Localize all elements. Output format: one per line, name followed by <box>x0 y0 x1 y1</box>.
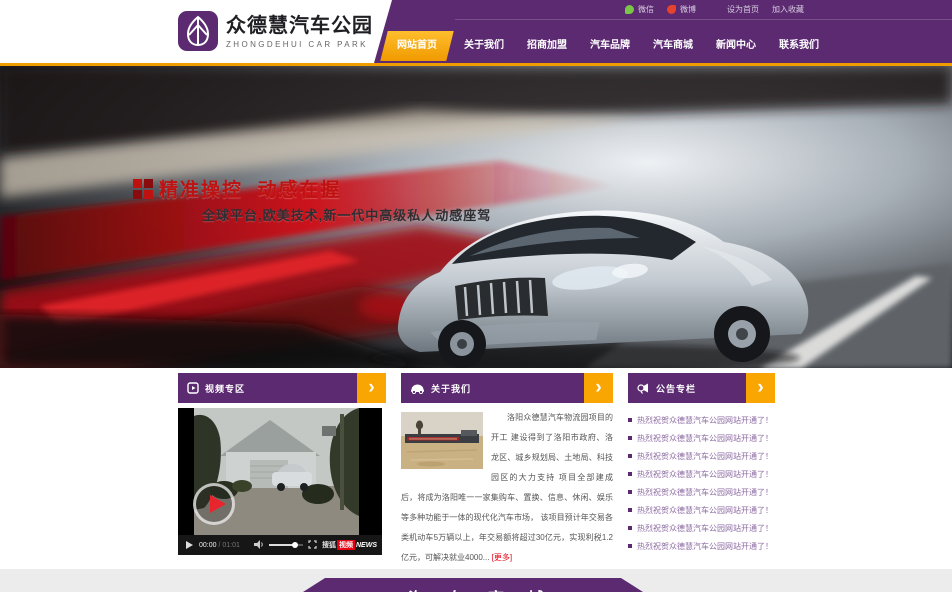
megaphone-icon <box>637 382 650 394</box>
notice-list-item[interactable]: 热烈祝贺众德慧汽车公园网站开通了！ <box>628 429 775 447</box>
site-title-en: ZHONGDEHUI CAR PARK <box>226 40 373 49</box>
notice-panel-header: 公告专栏 › <box>628 373 775 403</box>
notice-list-item[interactable]: 热烈祝贺众德慧汽车公园网站开通了！ <box>628 411 775 429</box>
bullet-icon <box>628 544 632 548</box>
bullet-icon <box>628 436 632 440</box>
bullet-icon <box>628 490 632 494</box>
bullet-icon <box>628 454 632 458</box>
logo[interactable]: 众德慧汽车公园 ZHONGDEHUI CAR PARK <box>178 11 373 51</box>
nav-label: 汽车商城 <box>653 40 693 51</box>
notice-list-item[interactable]: 热烈祝贺众德慧汽车公园网站开通了！ <box>628 501 775 519</box>
nav-label: 网站首页 <box>397 31 437 61</box>
time-current: 00:00 <box>199 542 217 549</box>
set-home-link[interactable]: 设为首页 <box>727 4 759 15</box>
video-player[interactable]: 00:00 / 01:01 <box>178 408 382 555</box>
video-panel: 视频专区 › <box>178 373 386 555</box>
bullet-icon <box>628 472 632 476</box>
notice-item-text: 热烈祝贺众德慧汽车公园网站开通了！ <box>637 541 773 552</box>
nav-label: 汽车品牌 <box>590 40 630 51</box>
time-total: 01:01 <box>222 542 240 549</box>
about-panel: 关于我们 › 洛阳众德慧汽车物流园项目的开工 建设得到了洛阳市政府、洛龙区、城乡… <box>401 373 613 568</box>
about-panel-more-button[interactable]: › <box>584 373 613 403</box>
bullet-icon <box>628 418 632 422</box>
notice-panel-more-button[interactable]: › <box>746 373 775 403</box>
nav-label: 关于我们 <box>464 40 504 51</box>
add-favorite-link[interactable]: 加入收藏 <box>772 4 804 15</box>
hero-subtitle: 全球平台,欧美技术,新一代中高级私人动感座驾 <box>202 205 491 224</box>
footer-section-title: 汽车商城 <box>0 585 952 592</box>
notice-item-text: 热烈祝贺众德慧汽车公园网站开通了！ <box>637 505 773 516</box>
nav-item-about[interactable]: 关于我们 <box>455 31 513 61</box>
set-home-label: 设为首页 <box>727 4 759 15</box>
video-controls: 00:00 / 01:01 <box>178 535 382 555</box>
topbar: 微信 微博 设为首页 加入收藏 <box>455 0 952 20</box>
fullscreen-icon[interactable] <box>308 540 317 551</box>
about-image[interactable] <box>401 412 483 469</box>
video-brand: 搜狐 视频 NEWS <box>322 540 377 550</box>
notice-item-text: 热烈祝贺众德慧汽车公园网站开通了！ <box>637 523 773 534</box>
nav-item-mall[interactable]: 汽车商城 <box>644 31 702 61</box>
weibo-label: 微博 <box>680 4 696 15</box>
page: 微信 微博 设为首页 加入收藏 众德慧汽车公园 <box>0 0 952 592</box>
video-panel-title: 视频专区 <box>205 382 245 395</box>
volume-slider[interactable] <box>269 544 303 546</box>
notice-item-text: 热烈祝贺众德慧汽车公园网站开通了！ <box>637 469 773 480</box>
brand-news: NEWS <box>356 542 377 549</box>
notice-list-item[interactable]: 热烈祝贺众德慧汽车公园网站开通了！ <box>628 465 775 483</box>
hero-grid-icon <box>133 179 153 199</box>
main-nav: 网站首页 关于我们 招商加盟 汽车品牌 汽车商城 新闻中心 联系我们 <box>384 31 833 61</box>
wechat-link[interactable]: 微信 <box>625 4 654 15</box>
nav-item-join[interactable]: 招商加盟 <box>518 31 576 61</box>
notice-item-text: 热烈祝贺众德慧汽车公园网站开通了！ <box>637 451 773 462</box>
notice-list-item[interactable]: 热烈祝贺众德慧汽车公园网站开通了！ <box>628 483 775 501</box>
time-divider: / <box>218 542 220 549</box>
video-panel-header: 视频专区 › <box>178 373 386 403</box>
bullet-icon <box>628 526 632 530</box>
notice-item-text: 热烈祝贺众德慧汽车公园网站开通了！ <box>637 433 773 444</box>
hero-carousel[interactable]: 精准操控 动感在握 全球平台,欧美技术,新一代中高级私人动感座驾 <box>0 66 952 368</box>
about-body: 洛阳众德慧汽车物流园项目的开工 建设得到了洛阳市政府、洛龙区、城乡规划局、土地局… <box>401 408 613 568</box>
nav-label: 新闻中心 <box>716 40 756 51</box>
video-panel-more-button[interactable]: › <box>357 373 386 403</box>
add-favorite-label: 加入收藏 <box>772 4 804 15</box>
nav-item-news[interactable]: 新闻中心 <box>707 31 765 61</box>
notice-panel: 公告专栏 › 热烈祝贺众德慧汽车公园网站开通了！ 热烈祝贺众德慧汽车公园网站开通… <box>628 373 775 555</box>
weibo-link[interactable]: 微博 <box>667 4 696 15</box>
nav-label: 联系我们 <box>779 40 819 51</box>
more-link[interactable]: [更多] <box>492 553 512 562</box>
wechat-label: 微信 <box>638 4 654 15</box>
notice-item-text: 热烈祝贺众德慧汽车公园网站开通了！ <box>637 487 773 498</box>
player-play-icon[interactable] <box>186 541 193 549</box>
nav-item-home[interactable]: 网站首页 <box>380 31 453 61</box>
notice-list-item[interactable]: 热烈祝贺众德慧汽车公园网站开通了！ <box>628 537 775 555</box>
play-button[interactable] <box>193 483 235 525</box>
logo-icon <box>178 11 218 51</box>
notice-list-item[interactable]: 热烈祝贺众德慧汽车公园网站开通了！ <box>628 519 775 537</box>
about-panel-header: 关于我们 › <box>401 373 613 403</box>
notice-panel-title: 公告专栏 <box>656 382 696 395</box>
logo-text: 众德慧汽车公园 ZHONGDEHUI CAR PARK <box>226 14 373 49</box>
notice-list-item[interactable]: 热烈祝贺众德慧汽车公园网站开通了！ <box>628 447 775 465</box>
about-panel-title: 关于我们 <box>431 382 471 395</box>
video-icon <box>187 382 199 394</box>
nav-item-contact[interactable]: 联系我们 <box>770 31 828 61</box>
wechat-icon <box>625 5 634 14</box>
car-icon <box>410 383 425 394</box>
brand-tv-badge: 视频 <box>337 540 355 550</box>
player-time: 00:00 / 01:01 <box>199 542 240 549</box>
hero-title: 精准操控 动感在握 <box>159 175 342 202</box>
brand-sohu: 搜狐 <box>322 540 336 550</box>
content-panels: 视频专区 › <box>178 373 775 563</box>
weibo-icon <box>667 5 676 14</box>
site-title: 众德慧汽车公园 <box>226 14 373 38</box>
volume-icon[interactable] <box>254 540 264 551</box>
notice-list: 热烈祝贺众德慧汽车公园网站开通了！ 热烈祝贺众德慧汽车公园网站开通了！ 热烈祝贺… <box>628 411 775 555</box>
header: 微信 微博 设为首页 加入收藏 众德慧汽车公园 <box>0 0 952 63</box>
nav-item-brands[interactable]: 汽车品牌 <box>581 31 639 61</box>
bullet-icon <box>628 508 632 512</box>
notice-item-text: 热烈祝贺众德慧汽车公园网站开通了！ <box>637 415 773 426</box>
nav-label: 招商加盟 <box>527 40 567 51</box>
